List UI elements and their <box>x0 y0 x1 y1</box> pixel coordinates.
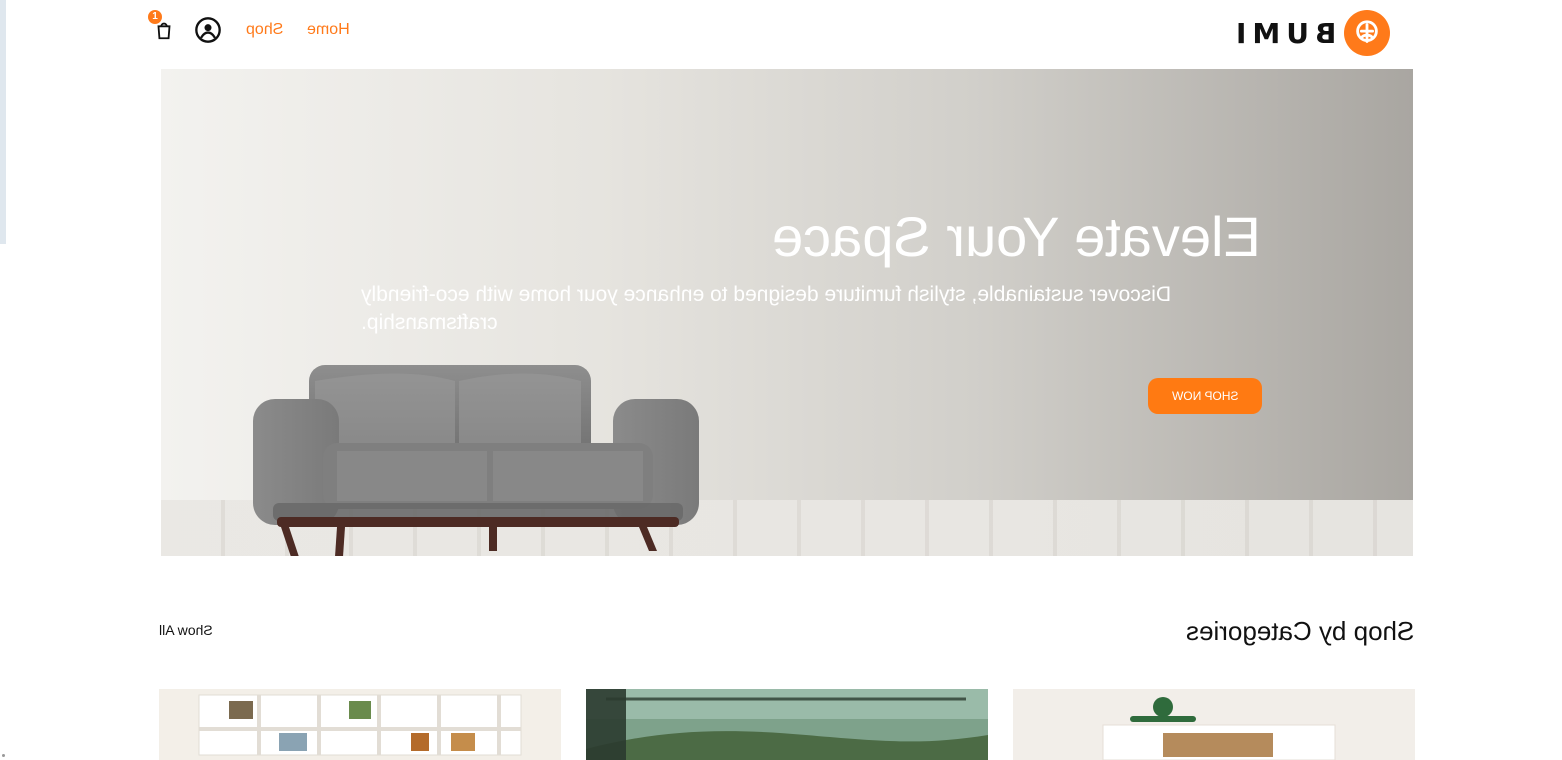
category-card-desk[interactable] <box>1013 689 1415 760</box>
shop-now-button[interactable]: SHOP NOW <box>1148 378 1262 414</box>
nav-home-link[interactable]: Home <box>307 21 350 39</box>
brand-logo[interactable]: BUMI <box>1230 10 1390 56</box>
nav-shop-label: Shop <box>246 21 284 38</box>
cart-button[interactable]: 1 <box>148 10 178 44</box>
outdoor-image <box>586 689 988 760</box>
hero-subtitle: Discover sustainable, stylish furniture … <box>361 281 1261 337</box>
category-card-shelves[interactable] <box>159 689 561 760</box>
nav-shop-link[interactable]: Shop <box>246 21 283 39</box>
sofa-illustration <box>253 365 699 556</box>
shelves-image <box>159 689 561 760</box>
user-icon[interactable] <box>194 16 222 44</box>
left-edge-scroll-indicator <box>0 0 6 244</box>
header-nav: 1 Shop Home <box>148 10 350 44</box>
shop-now-label: SHOP NOW <box>1171 389 1239 403</box>
category-card-outdoor[interactable] <box>586 689 988 760</box>
site-header: 1 Shop Home BUMI <box>140 0 1410 68</box>
nav-home-label: Home <box>307 21 351 38</box>
hero-subtitle-text: Discover sustainable, stylish furniture … <box>361 283 1172 334</box>
left-edge-dot <box>2 754 5 757</box>
hero-title-text: Elevate Your Space <box>772 205 1261 268</box>
categories-title-text: Shop by Categories <box>1185 616 1414 646</box>
hero-title: Elevate Your Space <box>772 204 1261 269</box>
brand-name-text: BUMI <box>1229 16 1336 50</box>
categories-title: Shop by Categories <box>1186 616 1414 647</box>
category-cards <box>159 689 1415 760</box>
show-all-label: Show All <box>159 622 213 638</box>
logo-mark-icon <box>1344 10 1390 56</box>
desk-image <box>1013 689 1415 760</box>
hero-banner: Elevate Your Space Discover sustainable,… <box>161 69 1413 556</box>
show-all-link[interactable]: Show All <box>159 622 213 638</box>
brand-name: BUMI <box>1230 17 1336 50</box>
cart-count-badge: 1 <box>148 10 162 24</box>
